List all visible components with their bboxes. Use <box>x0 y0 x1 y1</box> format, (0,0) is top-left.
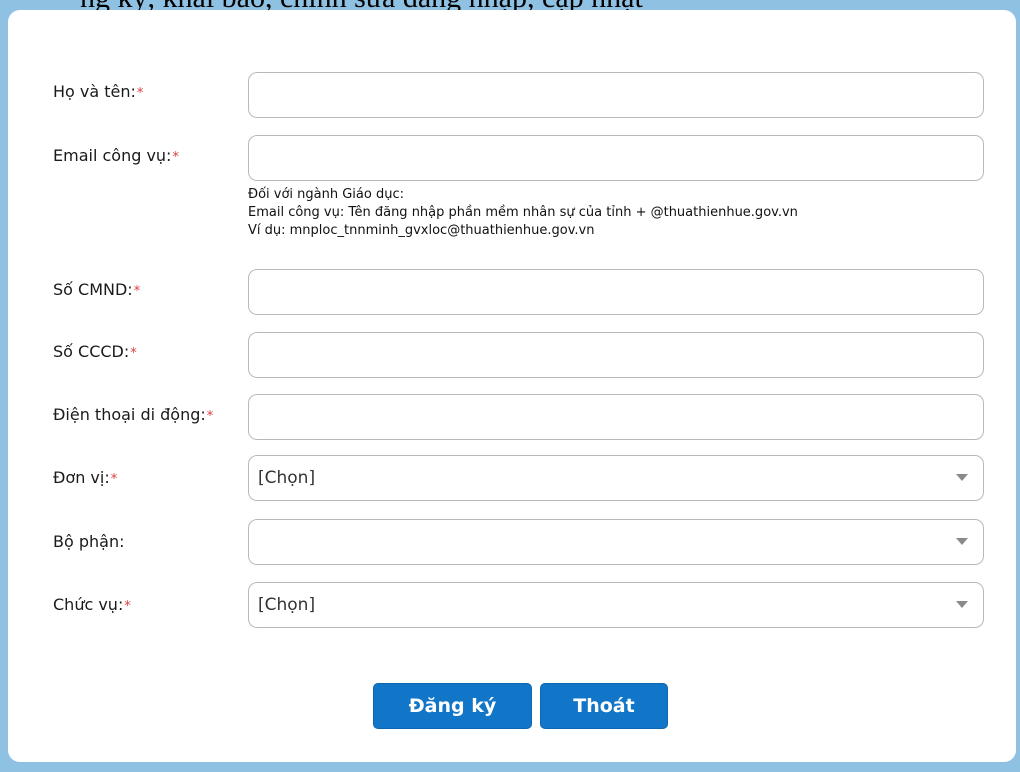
required-mark: * <box>206 409 214 424</box>
position-select[interactable]: [Chọn] <box>248 582 984 628</box>
mobile-phone-label: Điện thoại di động:* <box>53 405 213 424</box>
citizen-id-number-label-text: Số CCCD: <box>53 342 130 361</box>
email-hint-line-3: Ví dụ: mnploc_tnnminh_gvxloc@thuathienhu… <box>248 223 595 238</box>
exit-button[interactable]: Thoát <box>540 683 668 729</box>
full-name-label: Họ và tên:* <box>53 82 143 101</box>
id-card-number-label: Số CMND:* <box>53 280 140 299</box>
citizen-id-number-input[interactable] <box>248 332 984 378</box>
email-hint: Đối với ngành Giáo dục: Email công vụ: T… <box>248 186 798 240</box>
chevron-down-icon <box>956 538 968 545</box>
chevron-down-icon <box>956 474 968 481</box>
unit-select-value: [Chọn] <box>258 468 316 488</box>
full-name-label-text: Họ và tên: <box>53 82 136 101</box>
official-email-input[interactable] <box>248 135 984 181</box>
mobile-phone-input[interactable] <box>248 394 984 440</box>
id-card-number-label-text: Số CMND: <box>53 280 133 299</box>
chevron-down-icon <box>956 601 968 608</box>
department-label-text: Bộ phận: <box>53 532 125 551</box>
required-mark: * <box>130 346 137 361</box>
email-hint-line-2: Email công vụ: Tên đăng nhập phần mềm nh… <box>248 205 798 220</box>
unit-label: Đơn vị:* <box>53 468 117 487</box>
required-mark: * <box>110 472 118 487</box>
position-select-value: [Chọn] <box>258 595 316 615</box>
mobile-phone-label-text: Điện thoại di động: <box>53 405 206 424</box>
email-hint-line-1: Đối với ngành Giáo dục: <box>248 187 404 202</box>
unit-select[interactable]: [Chọn] <box>248 455 984 501</box>
official-email-label-text: Email công vụ: <box>53 146 172 165</box>
required-mark: * <box>124 599 131 614</box>
official-email-label: Email công vụ:* <box>53 146 179 165</box>
required-mark: * <box>172 150 179 165</box>
department-select[interactable] <box>248 519 984 565</box>
required-mark: * <box>133 284 141 299</box>
full-name-input[interactable] <box>248 72 984 118</box>
registration-form-panel: Họ và tên:* Email công vụ:* Đối với ngàn… <box>8 10 1016 762</box>
position-label: Chức vụ:* <box>53 595 131 614</box>
unit-label-text: Đơn vị: <box>53 468 110 487</box>
register-button[interactable]: Đăng ký <box>373 683 532 729</box>
position-label-text: Chức vụ: <box>53 595 124 614</box>
department-label: Bộ phận: <box>53 532 124 551</box>
id-card-number-input[interactable] <box>248 269 984 315</box>
required-mark: * <box>136 86 144 101</box>
citizen-id-number-label: Số CCCD:* <box>53 342 137 361</box>
